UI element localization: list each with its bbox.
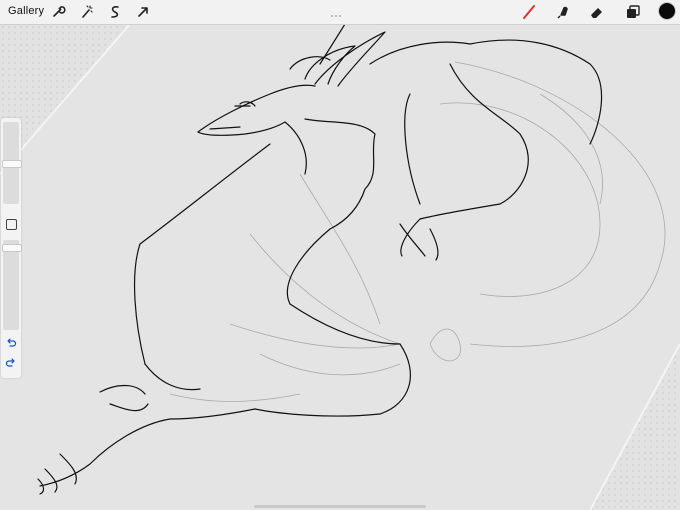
redo-icon[interactable]	[5, 356, 17, 374]
brush-icon[interactable]	[520, 3, 538, 21]
modify-button[interactable]	[6, 219, 17, 230]
wrench-icon[interactable]	[49, 3, 67, 21]
left-sidebar	[1, 118, 22, 378]
dragon-sketch-artwork	[0, 24, 680, 510]
eraser-icon[interactable]	[588, 3, 606, 21]
layers-icon[interactable]	[624, 3, 642, 21]
brush-size-handle[interactable]	[2, 160, 22, 168]
opacity-slider[interactable]	[2, 240, 22, 330]
home-indicator	[254, 505, 426, 508]
canvas-grabber[interactable]	[330, 4, 350, 17]
opacity-handle[interactable]	[2, 244, 22, 252]
gallery-button[interactable]: Gallery	[8, 5, 44, 17]
color-picker-button[interactable]	[658, 2, 676, 20]
magic-wand-icon[interactable]	[78, 3, 96, 21]
selection-icon[interactable]	[106, 3, 124, 21]
brush-size-slider[interactable]	[2, 122, 22, 204]
top-toolbar: Gallery	[0, 0, 680, 25]
undo-icon[interactable]	[5, 336, 17, 354]
drawing-canvas[interactable]	[0, 24, 680, 510]
smudge-icon[interactable]	[554, 3, 572, 21]
transform-arrow-icon[interactable]	[134, 3, 152, 21]
